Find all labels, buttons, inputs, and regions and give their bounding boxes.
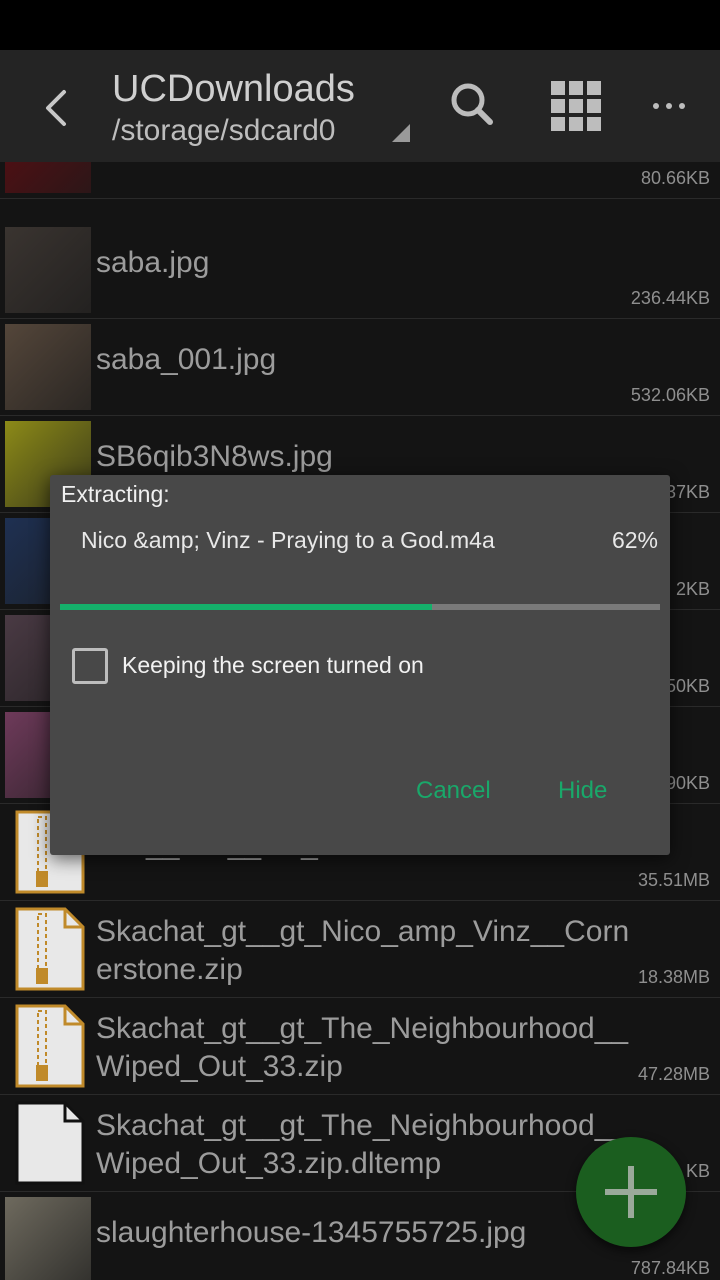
back-arrow-icon: [46, 90, 66, 126]
file-size: 236.44KB: [630, 288, 710, 308]
file-size: 2KB: [675, 579, 710, 599]
file-thumbnail: [5, 1197, 91, 1280]
app-bar: UCDownloads /storage/sdcard0: [0, 50, 720, 162]
zip-file-icon: [5, 906, 91, 992]
grid-view-button[interactable]: [548, 78, 604, 134]
progress-percent: 62%: [611, 527, 658, 553]
file-row[interactable]: s2sjKdv4dZA.jpg80.66KB: [0, 162, 720, 199]
dialog-title: Extracting:: [61, 481, 170, 507]
file-name: slaughterhouse-1345755725.jpg: [96, 1216, 527, 1249]
cancel-button[interactable]: Cancel: [404, 775, 503, 807]
back-button[interactable]: [30, 80, 86, 136]
file-name: SB6qib3N8ws.jpg: [96, 440, 333, 473]
search-button[interactable]: [444, 76, 500, 132]
file-name: saba_001.jpg: [96, 343, 277, 376]
file-icon: [5, 1100, 91, 1186]
file-thumbnail: [5, 227, 91, 313]
file-row[interactable]: saba_001.jpg 532.06KB: [0, 319, 720, 416]
folder-title: UCDownloads: [112, 68, 355, 110]
search-icon: [451, 83, 493, 125]
path-dropdown-icon[interactable]: [388, 120, 412, 144]
overflow-menu-button[interactable]: [644, 78, 700, 134]
file-name: Skachat_gt__gt_The_Neighbourhood__Wiped_…: [96, 1109, 629, 1180]
file-row[interactable]: Skachat_gt__gt_Nico_amp_Vinz__Cornerston…: [0, 901, 720, 998]
plus-icon: [605, 1166, 657, 1218]
progress-bar: [60, 604, 660, 610]
status-bar: [0, 0, 720, 50]
file-size: 47.28MB: [637, 1064, 710, 1084]
file-thumbnail: [5, 162, 91, 193]
extract-progress-dialog: Extracting: Nico &amp; Vinz - Praying to…: [50, 475, 670, 855]
file-size: 90KB: [665, 773, 710, 793]
more-vert-icon: [653, 103, 685, 109]
file-size: 18.38MB: [637, 967, 710, 987]
hide-button[interactable]: Hide: [546, 775, 619, 807]
keep-screen-on-checkbox[interactable]: [72, 648, 108, 684]
grid-view-icon: [551, 81, 601, 131]
file-size: 37KB: [665, 482, 710, 502]
file-size: 35.51MB: [637, 870, 710, 890]
file-size: 532.06KB: [630, 385, 710, 405]
file-thumbnail: [5, 324, 91, 410]
file-size: 80.66KB: [640, 168, 710, 188]
file-row[interactable]: Skachat_gt__gt_The_Neighbourhood__Wiped_…: [0, 998, 720, 1095]
file-row[interactable]: saba.jpg 236.44KB: [0, 222, 720, 319]
progress-bar-fill: [60, 604, 432, 610]
file-name: saba.jpg: [96, 246, 210, 279]
add-fab-button[interactable]: [576, 1137, 686, 1247]
file-size: 50KB: [665, 676, 710, 696]
file-name: Skachat_gt__gt_The_Neighbourhood__Wiped_…: [96, 1012, 629, 1083]
file-size: 787.84KB: [630, 1258, 710, 1278]
file-size: KB: [685, 1161, 710, 1181]
keep-screen-on-label[interactable]: Keeping the screen turned on: [122, 652, 424, 679]
zip-file-icon: [5, 1003, 91, 1089]
file-name: Skachat_gt__gt_Nico_amp_Vinz__Cornerston…: [96, 915, 630, 986]
extracting-filename: Nico &amp; Vinz - Praying to a God.m4a: [81, 527, 495, 553]
folder-path[interactable]: /storage/sdcard0: [112, 114, 335, 148]
